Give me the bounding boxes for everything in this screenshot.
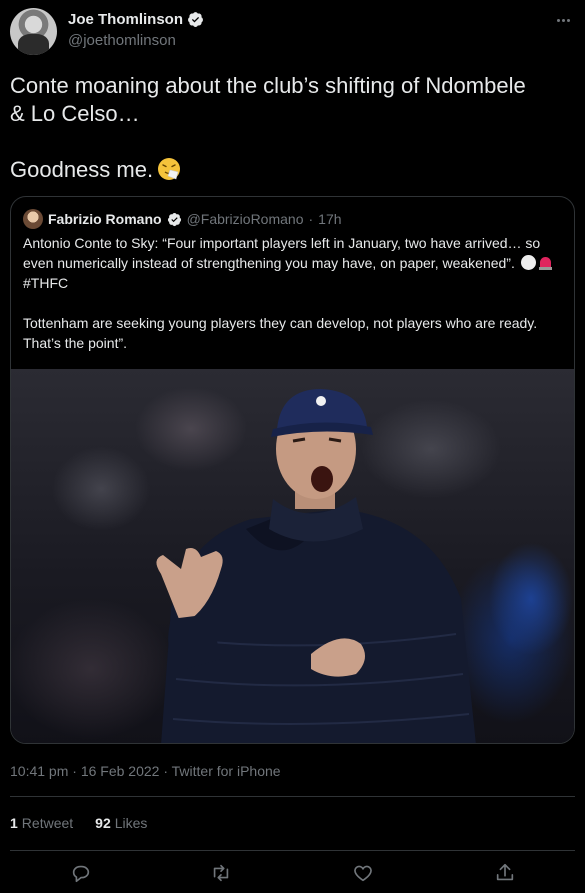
siren-emoji-icon <box>538 255 553 270</box>
retweets-stat[interactable]: 1 Retweet <box>10 815 73 831</box>
more-options-icon[interactable] <box>551 10 575 30</box>
white-circle-emoji-icon <box>520 255 536 270</box>
heart-icon[interactable] <box>350 860 376 886</box>
quoted-author-avatar <box>23 209 43 229</box>
likes-count: 92 <box>95 815 111 831</box>
retweet-icon[interactable] <box>208 860 234 886</box>
tweet-actions <box>10 860 575 888</box>
share-icon[interactable] <box>492 860 518 886</box>
conte-photo-illustration <box>156 389 476 743</box>
tweet-text-line3: Goodness me. <box>10 157 154 182</box>
verified-badge-icon <box>188 12 203 27</box>
reply-icon[interactable] <box>68 860 94 886</box>
quoted-verified-badge-icon <box>167 212 181 226</box>
divider <box>10 850 575 851</box>
quoted-paragraph-2: Tottenham are seeking young players they… <box>23 315 538 351</box>
quoted-tweet-text: Antonio Conte to Sky: “Four important pl… <box>23 233 568 373</box>
likes-label: Likes <box>114 815 148 831</box>
author-avatar[interactable] <box>10 8 57 55</box>
tweet-text-line2: & Lo Celso… <box>10 101 140 126</box>
quoted-tweet-age: 17h <box>318 211 342 227</box>
quoted-paragraph-1: Antonio Conte to Sky: “Four important pl… <box>23 235 541 271</box>
tweet-stats: 1 Retweet 92 Likes <box>10 815 147 831</box>
quoted-tweet-image[interactable] <box>11 369 574 743</box>
quoted-tweet-card[interactable]: Fabrizio Romano @FabrizioRomano · 17h An… <box>10 196 575 744</box>
retweets-label: Retweet <box>21 815 74 831</box>
author-name[interactable]: Joe Thomlinson <box>68 11 183 28</box>
retweets-count: 1 <box>10 815 18 831</box>
quoted-separator: · <box>308 211 314 227</box>
author-handle[interactable]: @joethomlinson <box>68 32 176 49</box>
tweet-text-line1: Conte moaning about the club’s shifting … <box>10 73 526 98</box>
divider <box>10 796 575 797</box>
sneezing-face-emoji-icon <box>158 158 181 180</box>
quoted-author-name: Fabrizio Romano <box>48 211 162 227</box>
likes-stat[interactable]: 92 Likes <box>95 815 147 831</box>
quoted-author-handle: @FabrizioRomano <box>186 211 304 227</box>
hashtag-link[interactable]: #THFC <box>23 275 68 291</box>
quoted-tweet-header: Fabrizio Romano @FabrizioRomano · 17h <box>23 209 342 229</box>
author-name-row: Joe Thomlinson <box>68 11 204 28</box>
tweet-timestamp[interactable]: 10:41 pm · 16 Feb 2022 · Twitter for iPh… <box>10 763 281 779</box>
tweet-header: Joe Thomlinson @joethomlinson <box>10 8 575 58</box>
tweet-text: Conte moaning about the club’s shifting … <box>10 72 575 184</box>
